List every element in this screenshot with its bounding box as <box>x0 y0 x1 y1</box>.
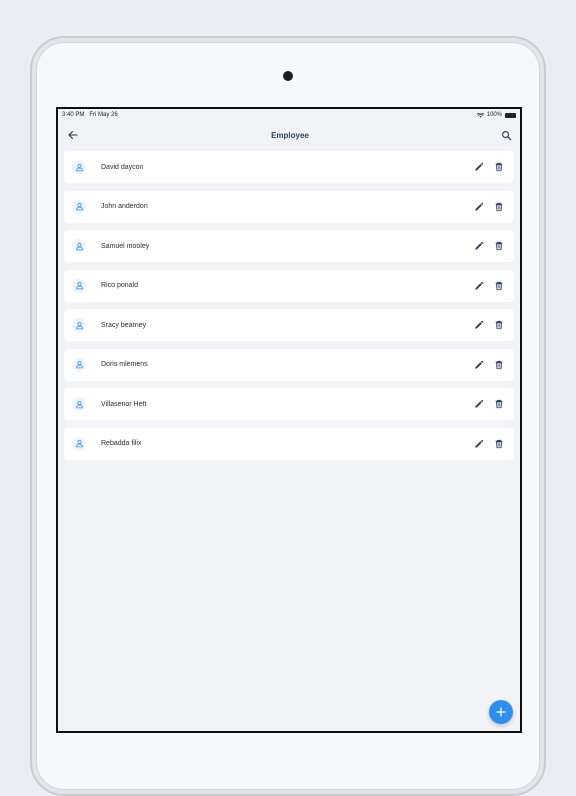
pencil-icon <box>475 320 484 329</box>
employee-name: Rico ponald <box>101 282 138 289</box>
status-date: Fri May 26 <box>89 112 118 118</box>
wifi-icon <box>476 112 484 118</box>
employee-name: Samuel mooley <box>101 242 150 250</box>
pencil-icon <box>475 202 484 211</box>
camera <box>283 71 293 81</box>
pencil-icon <box>475 162 484 171</box>
page-title: Employee <box>271 130 309 140</box>
edit-button[interactable] <box>472 279 486 293</box>
arrow-left-icon <box>68 131 78 139</box>
back-button[interactable] <box>66 128 80 142</box>
edit-button[interactable] <box>472 397 486 411</box>
person-icon <box>75 400 83 408</box>
person-icon <box>75 440 83 448</box>
avatar <box>72 239 86 253</box>
list-item[interactable]: Rebadda filix <box>64 427 514 460</box>
employee-name: Villasenor Hett <box>101 400 147 408</box>
app-screen: 3:40 PM Fri May 26 100% Employee David d… <box>58 109 520 731</box>
edit-button[interactable] <box>472 160 486 174</box>
delete-button[interactable] <box>492 160 506 174</box>
list-item[interactable]: Sracy bearney <box>64 309 514 341</box>
battery-percent: 100% <box>486 112 502 118</box>
employee-name: John anderdon <box>101 203 148 210</box>
person-icon <box>75 163 83 171</box>
trash-icon <box>495 162 503 172</box>
screen: 3:40 PM Fri May 26 100% Employee David d… <box>56 107 522 733</box>
pencil-icon <box>475 399 484 408</box>
pencil-icon <box>475 439 484 448</box>
trash-icon <box>495 399 503 409</box>
app-bar: Employee <box>58 121 520 149</box>
employee-name: Doris mlemens <box>101 361 148 368</box>
person-icon <box>75 203 83 211</box>
avatar <box>72 357 86 372</box>
trash-icon <box>495 202 503 211</box>
employee-name: Rebadda filix <box>101 440 142 447</box>
edit-button[interactable] <box>472 239 486 253</box>
avatar <box>72 436 86 451</box>
delete-button[interactable] <box>492 200 506 214</box>
edit-button[interactable] <box>472 318 486 332</box>
delete-button[interactable] <box>492 397 506 411</box>
avatar <box>72 160 86 174</box>
status-bar: 3:40 PM Fri May 26 100% <box>58 109 520 121</box>
edit-button[interactable] <box>472 437 486 451</box>
trash-icon <box>495 360 503 369</box>
status-time: 3:40 PM <box>62 112 85 118</box>
edit-button[interactable] <box>472 358 486 372</box>
delete-button[interactable] <box>492 279 506 293</box>
list-item[interactable]: Rico ponald <box>64 269 514 302</box>
trash-icon <box>495 281 503 290</box>
person-icon <box>75 242 83 250</box>
person-icon <box>75 282 83 290</box>
trash-icon <box>495 439 503 448</box>
trash-icon <box>495 241 503 251</box>
delete-button[interactable] <box>492 437 506 451</box>
list-item[interactable]: Samuel mooley <box>64 230 514 262</box>
trash-icon <box>495 320 503 330</box>
add-employee-button[interactable] <box>489 700 513 724</box>
list-item[interactable]: Villasenor Hett <box>64 388 514 420</box>
delete-button[interactable] <box>492 318 506 332</box>
plus-icon <box>496 707 506 717</box>
avatar <box>72 318 86 332</box>
search-icon <box>502 130 512 140</box>
list-item[interactable]: Doris mlemens <box>64 348 514 381</box>
pencil-icon <box>475 281 484 290</box>
delete-button[interactable] <box>492 358 506 372</box>
edit-button[interactable] <box>472 200 486 214</box>
person-icon <box>75 361 83 369</box>
list-item[interactable]: John anderdon <box>64 190 514 223</box>
employee-list: David daycon John anderdon Samuel mooley… <box>58 149 520 460</box>
pencil-icon <box>475 360 484 369</box>
person-icon <box>75 321 83 329</box>
employee-name: Sracy bearney <box>101 321 147 329</box>
delete-button[interactable] <box>492 239 506 253</box>
pencil-icon <box>475 241 484 250</box>
search-button[interactable] <box>500 128 514 142</box>
avatar <box>72 278 86 293</box>
avatar <box>72 199 86 214</box>
battery-icon <box>505 112 516 118</box>
list-item[interactable]: David daycon <box>64 151 514 183</box>
employee-name: David daycon <box>101 163 144 171</box>
avatar <box>72 397 86 411</box>
